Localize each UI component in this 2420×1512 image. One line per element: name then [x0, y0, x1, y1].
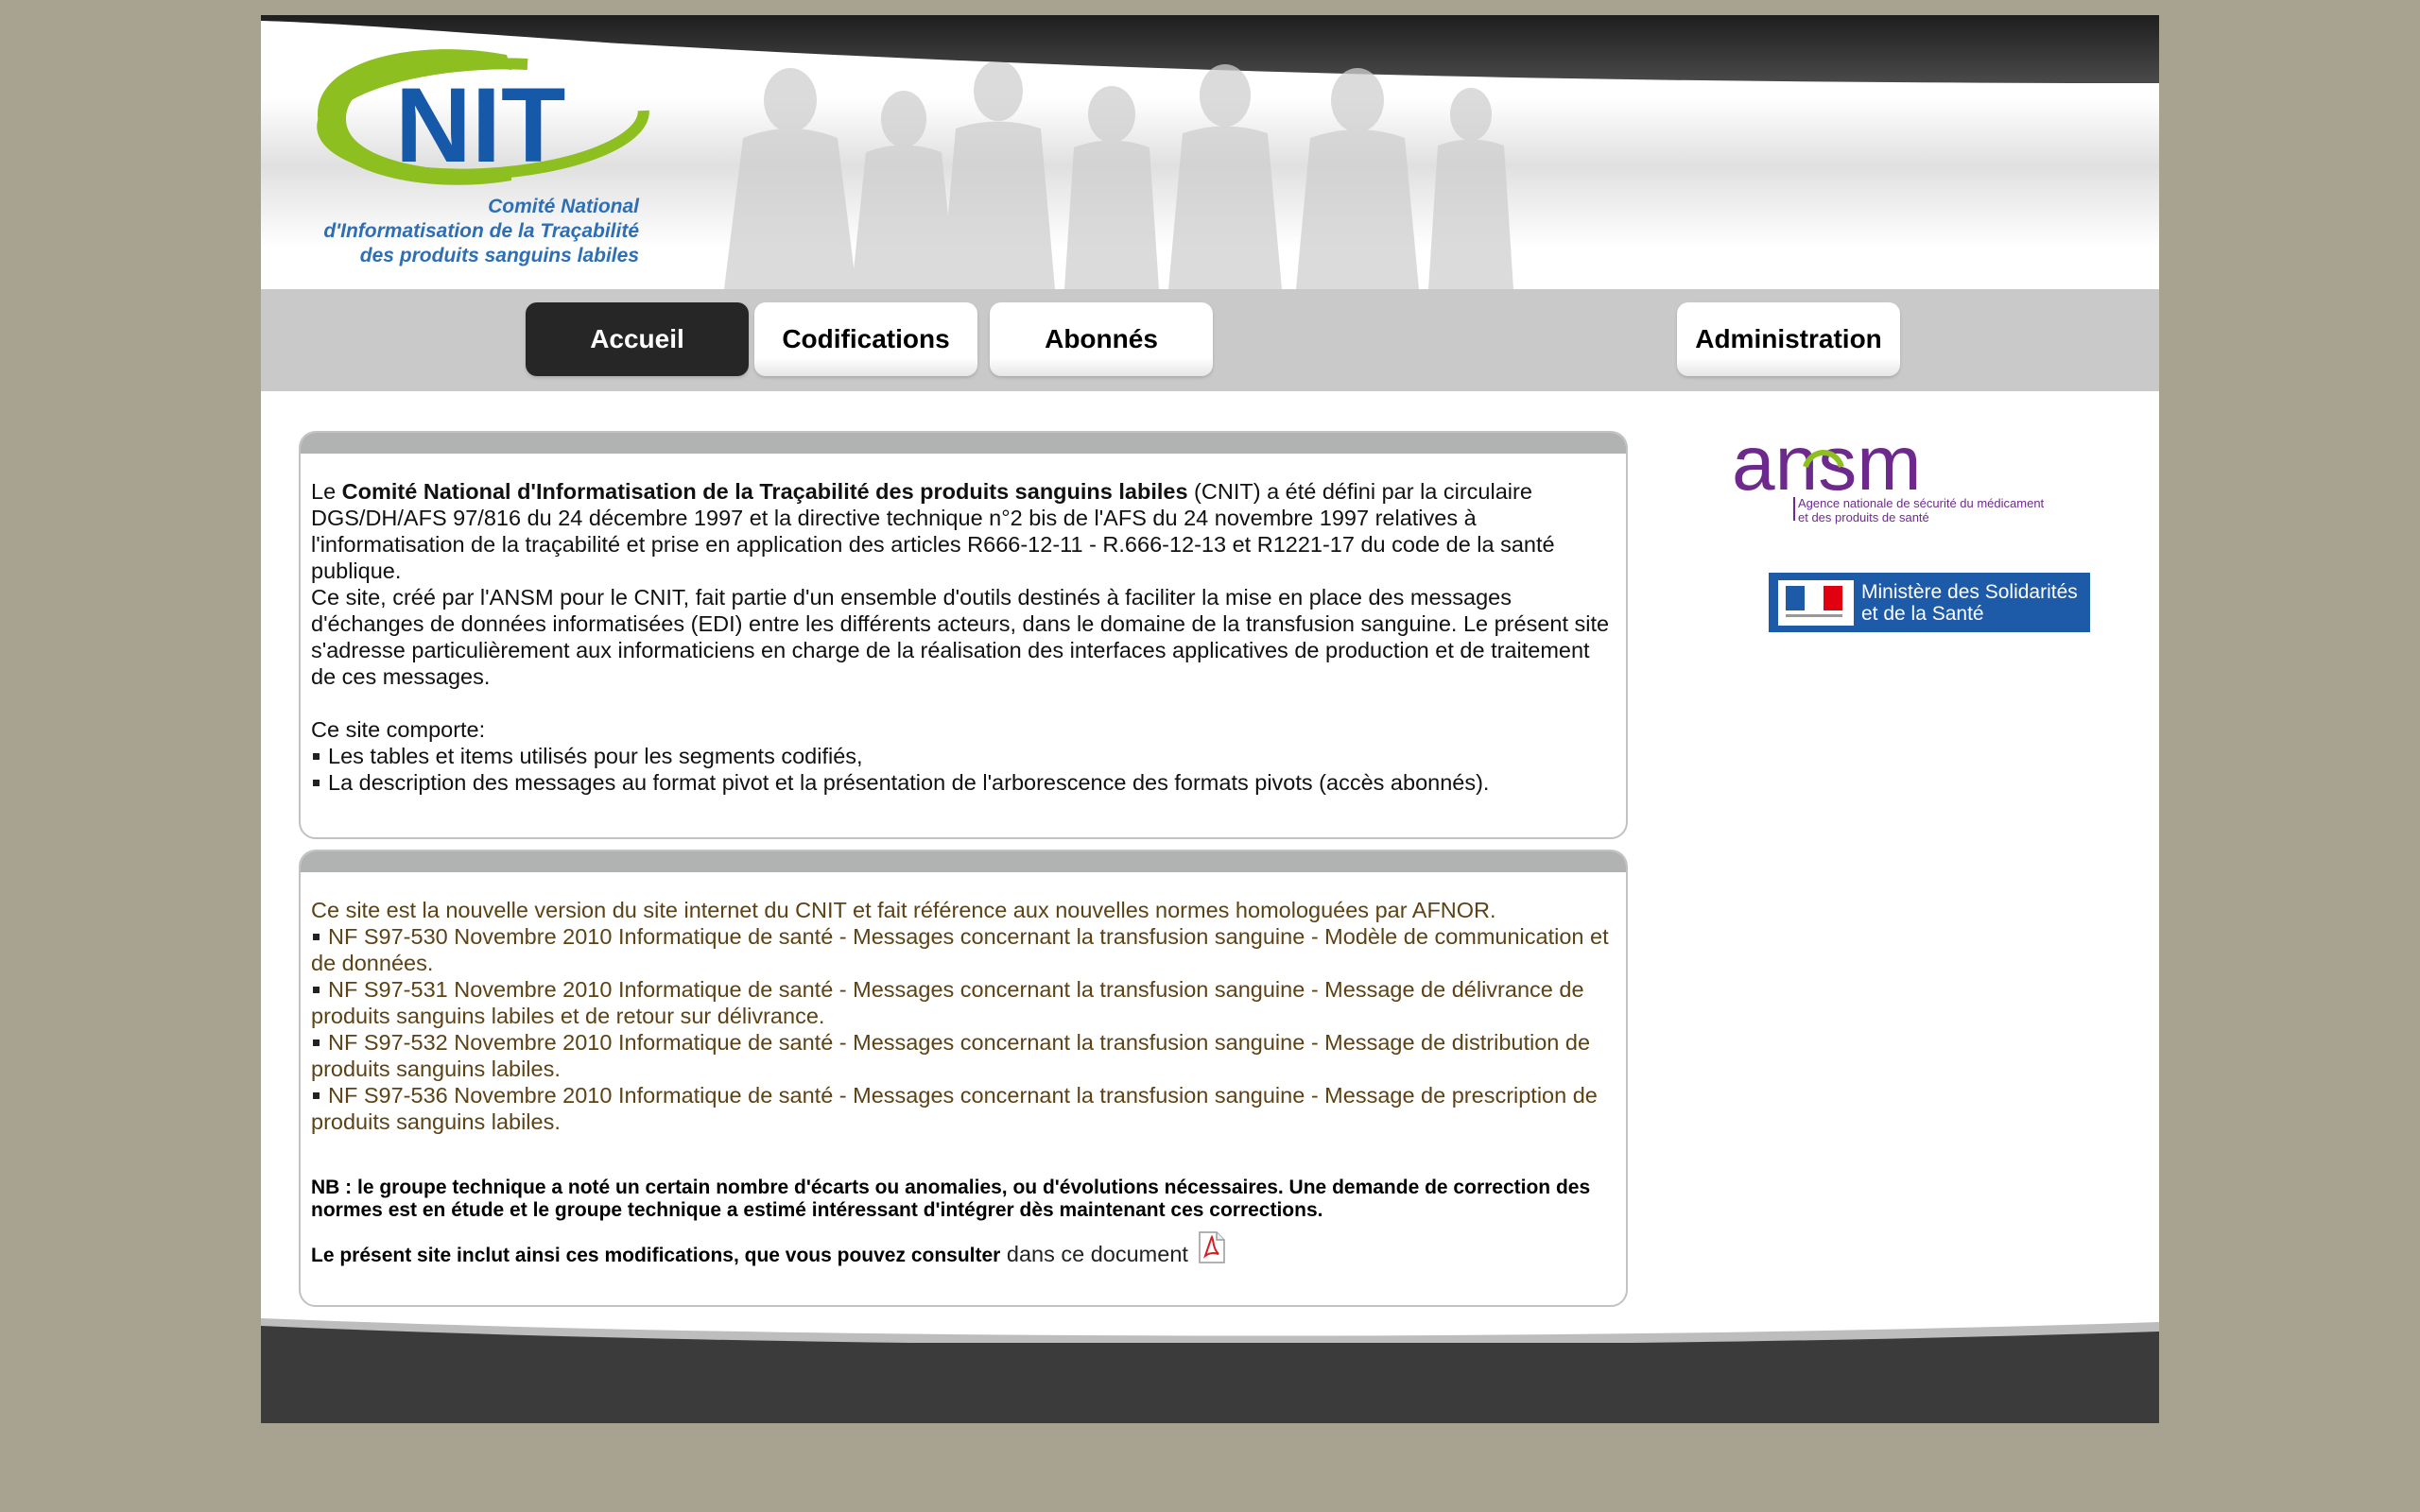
list-item-text: Les tables et items utilisés pour les se…	[328, 744, 863, 768]
bullet-icon	[313, 1091, 320, 1099]
bullet-icon	[313, 1039, 320, 1046]
norm-item-text: NF S97-530 Novembre 2010 Informatique de…	[311, 924, 1609, 975]
norm-item: NF S97-531 Novembre 2010 Informatique de…	[311, 976, 1615, 1029]
nav-accueil-button[interactable]: Accueil	[526, 302, 749, 376]
document-line-bold: Le présent site inclut ainsi ces modific…	[311, 1245, 1001, 1266]
ansm-caption-line: Agence nationale de sécurité du médicame…	[1798, 496, 2045, 510]
norm-item-text: NF S97-536 Novembre 2010 Informatique de…	[311, 1083, 1598, 1134]
logo-tagline: Comité National d'Informatisation de la …	[289, 195, 639, 268]
panel-header-bar	[301, 433, 1626, 454]
ministere-label-line: et de la Santé	[1861, 602, 1984, 625]
intro-paragraph-1: Le Comité National d'Informatisation de …	[311, 478, 1615, 584]
list-item-text: La description des messages au format pi…	[328, 770, 1490, 795]
norm-item: NF S97-532 Novembre 2010 Informatique de…	[311, 1029, 1615, 1082]
ansm-logo[interactable]: ansm Agence nationale de sécurité du méd…	[1732, 431, 2072, 544]
norm-item: NF S97-536 Novembre 2010 Informatique de…	[311, 1082, 1615, 1135]
intro-committee-name: Comité National d'Informatisation de la …	[341, 479, 1188, 504]
nav-codifications-button[interactable]: Codifications	[754, 302, 977, 376]
nav-abonnes-button[interactable]: Abonnés	[990, 302, 1213, 376]
main-navigation: Accueil Codifications Abonnés Administra…	[261, 289, 2159, 391]
document-line: Le présent site inclut ainsi ces modific…	[311, 1231, 1615, 1267]
intro-paragraph-2: Ce site, créé par l'ANSM pour le CNIT, f…	[311, 585, 1610, 689]
norm-item-text: NF S97-531 Novembre 2010 Informatique de…	[311, 977, 1584, 1028]
document-link[interactable]: dans ce document	[1000, 1242, 1188, 1266]
norm-item-text: NF S97-532 Novembre 2010 Informatique de…	[311, 1030, 1591, 1081]
people-silhouettes	[724, 62, 1513, 289]
bullet-icon	[313, 986, 320, 993]
nav-administration-button[interactable]: Administration	[1677, 302, 1900, 376]
logo-tagline-line: Comité National	[488, 196, 639, 217]
intro-panel: Le Comité National d'Informatisation de …	[299, 431, 1628, 839]
norms-panel: Ce site est la nouvelle version du site …	[299, 850, 1628, 1307]
bullet-icon	[313, 933, 320, 940]
site-footer	[261, 1305, 2159, 1423]
site-header: NIT Comité National d'Informatisation de…	[261, 15, 2159, 289]
ministere-label-line: Ministère des Solidarités	[1861, 580, 2078, 603]
marianne-flag-icon	[1778, 579, 1854, 626]
ministere-label: Ministère des Solidarités et de la Santé	[1861, 581, 2078, 625]
logo-tagline-line: d'Informatisation de la Traçabilité	[323, 220, 639, 242]
nb-note: NB : le groupe technique a noté un certa…	[311, 1177, 1591, 1221]
norm-item: NF S97-530 Novembre 2010 Informatique de…	[311, 923, 1615, 976]
logo-tagline-line: des produits sanguins labiles	[359, 245, 639, 266]
list-title: Ce site comporte:	[311, 717, 486, 742]
panel-header-bar	[301, 851, 1626, 872]
ansm-wordmark: ansm	[1732, 431, 1922, 507]
intro-prefix: Le	[311, 479, 342, 504]
footer-bar	[261, 1343, 2159, 1423]
intro-content: Le Comité National d'Informatisation de …	[301, 454, 1626, 796]
norms-content: Ce site est la nouvelle version du site …	[301, 872, 1626, 1267]
bullet-icon	[313, 779, 320, 786]
page-container: NIT Comité National d'Informatisation de…	[261, 15, 2159, 1423]
ministere-logo[interactable]: Ministère des Solidarités et de la Santé	[1769, 573, 2090, 632]
norms-intro: Ce site est la nouvelle version du site …	[311, 898, 1496, 922]
pdf-file-icon[interactable]	[1198, 1231, 1226, 1263]
list-item: Les tables et items utilisés pour les se…	[311, 743, 1615, 769]
logo-wordmark: NIT	[395, 66, 565, 184]
ansm-caption-line: et des produits de santé	[1798, 510, 1929, 524]
list-item: La description des messages au format pi…	[311, 769, 1615, 796]
bullet-icon	[313, 752, 320, 760]
